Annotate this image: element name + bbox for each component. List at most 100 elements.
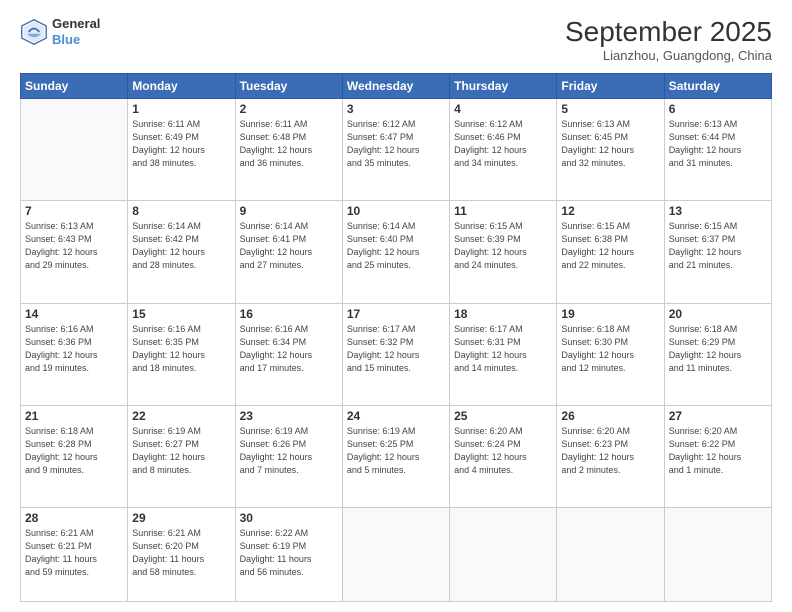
day-info: Sunrise: 6:16 AM Sunset: 6:35 PM Dayligh… [132, 323, 230, 375]
day-number: 15 [132, 307, 230, 321]
day-info: Sunrise: 6:18 AM Sunset: 6:30 PM Dayligh… [561, 323, 659, 375]
calendar-cell: 17 Sunrise: 6:17 AM Sunset: 6:32 PM Dayli… [342, 303, 449, 405]
day-number: 4 [454, 102, 552, 116]
day-number: 19 [561, 307, 659, 321]
day-number: 11 [454, 204, 552, 218]
calendar-cell: 8 Sunrise: 6:14 AM Sunset: 6:42 PM Daylig… [128, 201, 235, 303]
day-info: Sunrise: 6:13 AM Sunset: 6:44 PM Dayligh… [669, 118, 767, 170]
day-info: Sunrise: 6:17 AM Sunset: 6:31 PM Dayligh… [454, 323, 552, 375]
day-info: Sunrise: 6:17 AM Sunset: 6:32 PM Dayligh… [347, 323, 445, 375]
day-info: Sunrise: 6:22 AM Sunset: 6:19 PM Dayligh… [240, 527, 338, 579]
calendar-cell [450, 508, 557, 602]
page: General Blue September 2025 Lianzhou, Gu… [0, 0, 792, 612]
day-number: 5 [561, 102, 659, 116]
calendar-cell: 19 Sunrise: 6:18 AM Sunset: 6:30 PM Dayli… [557, 303, 664, 405]
logo: General Blue [20, 16, 100, 47]
day-number: 24 [347, 409, 445, 423]
day-number: 9 [240, 204, 338, 218]
day-number: 12 [561, 204, 659, 218]
day-info: Sunrise: 6:18 AM Sunset: 6:29 PM Dayligh… [669, 323, 767, 375]
day-info: Sunrise: 6:21 AM Sunset: 6:20 PM Dayligh… [132, 527, 230, 579]
calendar-cell: 26 Sunrise: 6:20 AM Sunset: 6:23 PM Dayli… [557, 405, 664, 507]
calendar-cell: 21 Sunrise: 6:18 AM Sunset: 6:28 PM Dayli… [21, 405, 128, 507]
day-info: Sunrise: 6:11 AM Sunset: 6:49 PM Dayligh… [132, 118, 230, 170]
calendar-cell [342, 508, 449, 602]
day-info: Sunrise: 6:14 AM Sunset: 6:40 PM Dayligh… [347, 220, 445, 272]
calendar-cell: 2 Sunrise: 6:11 AM Sunset: 6:48 PM Daylig… [235, 99, 342, 201]
day-info: Sunrise: 6:20 AM Sunset: 6:24 PM Dayligh… [454, 425, 552, 477]
location: Lianzhou, Guangdong, China [565, 48, 772, 63]
calendar-cell: 22 Sunrise: 6:19 AM Sunset: 6:27 PM Dayli… [128, 405, 235, 507]
calendar-cell: 20 Sunrise: 6:18 AM Sunset: 6:29 PM Dayli… [664, 303, 771, 405]
logo-icon [20, 18, 48, 46]
day-info: Sunrise: 6:18 AM Sunset: 6:28 PM Dayligh… [25, 425, 123, 477]
day-number: 25 [454, 409, 552, 423]
day-info: Sunrise: 6:20 AM Sunset: 6:22 PM Dayligh… [669, 425, 767, 477]
weekday-header-wednesday: Wednesday [342, 74, 449, 99]
weekday-header-saturday: Saturday [664, 74, 771, 99]
day-number: 27 [669, 409, 767, 423]
day-number: 29 [132, 511, 230, 525]
day-number: 17 [347, 307, 445, 321]
day-info: Sunrise: 6:20 AM Sunset: 6:23 PM Dayligh… [561, 425, 659, 477]
title-block: September 2025 Lianzhou, Guangdong, Chin… [565, 16, 772, 63]
day-number: 2 [240, 102, 338, 116]
calendar-cell: 12 Sunrise: 6:15 AM Sunset: 6:38 PM Dayli… [557, 201, 664, 303]
day-number: 20 [669, 307, 767, 321]
weekday-header-thursday: Thursday [450, 74, 557, 99]
day-number: 30 [240, 511, 338, 525]
calendar-cell: 11Sunrise: 6:15 AM Sunset: 6:39 PM Dayli… [450, 201, 557, 303]
logo-text: General Blue [52, 16, 100, 47]
day-number: 8 [132, 204, 230, 218]
calendar-cell: 13Sunrise: 6:15 AM Sunset: 6:37 PM Dayli… [664, 201, 771, 303]
calendar-cell: 7Sunrise: 6:13 AM Sunset: 6:43 PM Daylig… [21, 201, 128, 303]
day-info: Sunrise: 6:19 AM Sunset: 6:26 PM Dayligh… [240, 425, 338, 477]
calendar-cell: 16 Sunrise: 6:16 AM Sunset: 6:34 PM Dayli… [235, 303, 342, 405]
day-info: Sunrise: 6:14 AM Sunset: 6:42 PM Dayligh… [132, 220, 230, 272]
day-number: 28 [25, 511, 123, 525]
day-info: Sunrise: 6:13 AM Sunset: 6:43 PM Dayligh… [25, 220, 123, 272]
day-number: 22 [132, 409, 230, 423]
day-number: 1 [132, 102, 230, 116]
day-info: Sunrise: 6:11 AM Sunset: 6:48 PM Dayligh… [240, 118, 338, 170]
week-row-2: 7Sunrise: 6:13 AM Sunset: 6:43 PM Daylig… [21, 201, 772, 303]
day-info: Sunrise: 6:15 AM Sunset: 6:38 PM Dayligh… [561, 220, 659, 272]
day-number: 26 [561, 409, 659, 423]
week-row-3: 14Sunrise: 6:16 AM Sunset: 6:36 PM Dayli… [21, 303, 772, 405]
day-info: Sunrise: 6:16 AM Sunset: 6:34 PM Dayligh… [240, 323, 338, 375]
weekday-header-row: SundayMondayTuesdayWednesdayThursdayFrid… [21, 74, 772, 99]
day-number: 23 [240, 409, 338, 423]
calendar-cell: 15 Sunrise: 6:16 AM Sunset: 6:35 PM Dayli… [128, 303, 235, 405]
calendar-cell: 10Sunrise: 6:14 AM Sunset: 6:40 PM Dayli… [342, 201, 449, 303]
day-info: Sunrise: 6:12 AM Sunset: 6:47 PM Dayligh… [347, 118, 445, 170]
calendar-cell: 5 Sunrise: 6:13 AM Sunset: 6:45 PM Daylig… [557, 99, 664, 201]
calendar-cell [21, 99, 128, 201]
day-number: 21 [25, 409, 123, 423]
weekday-header-monday: Monday [128, 74, 235, 99]
calendar-cell: 30 Sunrise: 6:22 AM Sunset: 6:19 PM Dayli… [235, 508, 342, 602]
weekday-header-sunday: Sunday [21, 74, 128, 99]
calendar-cell: 25 Sunrise: 6:20 AM Sunset: 6:24 PM Dayli… [450, 405, 557, 507]
day-number: 3 [347, 102, 445, 116]
day-info: Sunrise: 6:19 AM Sunset: 6:27 PM Dayligh… [132, 425, 230, 477]
day-info: Sunrise: 6:14 AM Sunset: 6:41 PM Dayligh… [240, 220, 338, 272]
day-number: 14 [25, 307, 123, 321]
day-number: 16 [240, 307, 338, 321]
calendar-cell: 18 Sunrise: 6:17 AM Sunset: 6:31 PM Dayli… [450, 303, 557, 405]
calendar-cell: 9 Sunrise: 6:14 AM Sunset: 6:41 PM Daylig… [235, 201, 342, 303]
day-info: Sunrise: 6:19 AM Sunset: 6:25 PM Dayligh… [347, 425, 445, 477]
header: General Blue September 2025 Lianzhou, Gu… [20, 16, 772, 63]
day-info: Sunrise: 6:13 AM Sunset: 6:45 PM Dayligh… [561, 118, 659, 170]
calendar-cell: 27 Sunrise: 6:20 AM Sunset: 6:22 PM Dayli… [664, 405, 771, 507]
day-info: Sunrise: 6:12 AM Sunset: 6:46 PM Dayligh… [454, 118, 552, 170]
weekday-header-friday: Friday [557, 74, 664, 99]
logo-line2: Blue [52, 32, 100, 48]
day-info: Sunrise: 6:21 AM Sunset: 6:21 PM Dayligh… [25, 527, 123, 579]
calendar-cell [664, 508, 771, 602]
week-row-4: 21 Sunrise: 6:18 AM Sunset: 6:28 PM Dayli… [21, 405, 772, 507]
day-number: 18 [454, 307, 552, 321]
day-number: 13 [669, 204, 767, 218]
calendar-cell: 6Sunrise: 6:13 AM Sunset: 6:44 PM Daylig… [664, 99, 771, 201]
calendar-cell: 28 Sunrise: 6:21 AM Sunset: 6:21 PM Dayli… [21, 508, 128, 602]
logo-line1: General [52, 16, 100, 32]
